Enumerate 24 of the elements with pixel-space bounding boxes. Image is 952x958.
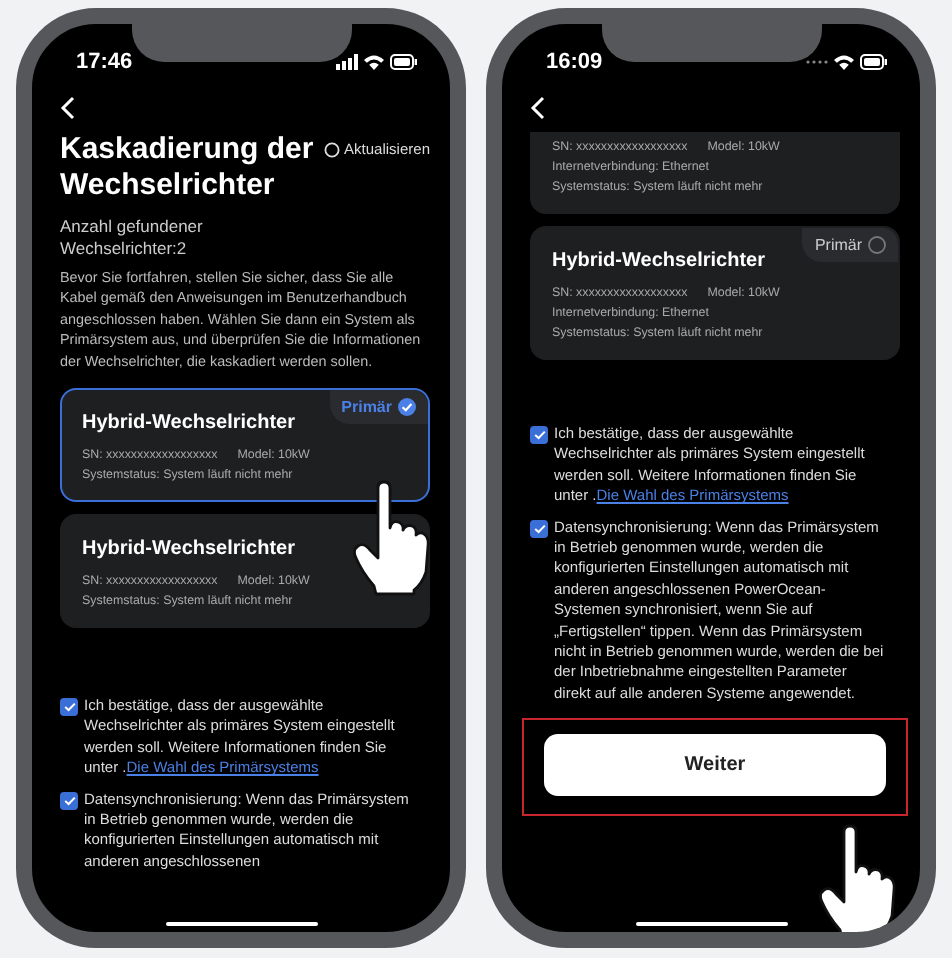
back-icon[interactable] — [530, 96, 546, 120]
checkbox[interactable] — [60, 791, 78, 810]
status-time: 16:09 — [546, 50, 603, 74]
wifi-icon — [834, 54, 854, 70]
radio-icon[interactable] — [868, 236, 886, 254]
primary-label: Primär — [341, 398, 392, 417]
checkbox[interactable] — [530, 519, 548, 538]
inverter-count: Anzahl gefundener Wechselrichter:2 — [60, 216, 205, 260]
checkbox[interactable] — [530, 426, 548, 444]
battery-icon — [860, 54, 888, 70]
checkbox[interactable] — [60, 698, 78, 717]
page-title: Kaskadierung der Wechselrichter — [60, 132, 316, 204]
inverter-name: Hybrid-Wechselrichter — [552, 250, 768, 272]
back-icon[interactable] — [60, 96, 76, 120]
battery-icon — [390, 54, 418, 70]
refresh-icon — [324, 141, 341, 157]
inverter-name: Hybrid-Wechselrichter — [82, 412, 298, 435]
wifi-icon — [364, 54, 384, 70]
next-button[interactable]: Weiter — [544, 734, 886, 797]
primary-badge[interactable]: Primär — [329, 390, 428, 425]
primary-badge[interactable]: Primär — [802, 228, 898, 262]
primary-label: Primär — [814, 236, 862, 254]
status-time: 17:46 — [76, 50, 133, 74]
inverter-name: Hybrid-Wechselrichter — [82, 538, 298, 561]
